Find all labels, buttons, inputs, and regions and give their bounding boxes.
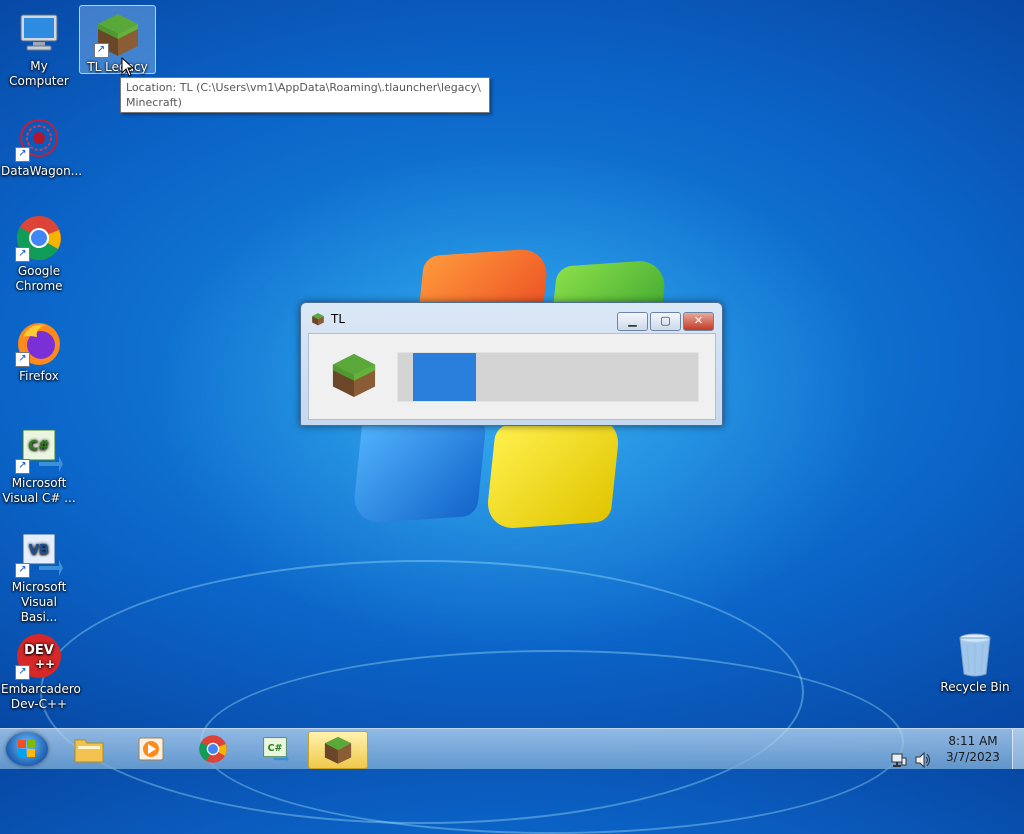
desktop-icon-label: Recycle Bin — [940, 680, 1010, 694]
recycle-bin-icon — [951, 630, 999, 678]
tl-launcher-window: TL ▁ ▢ ✕ — [300, 302, 723, 426]
visual-basic-icon: VB ↗ — [15, 530, 63, 578]
desktop-icon-label: My Computer — [9, 59, 69, 88]
shortcut-arrow-icon: ↗ — [15, 247, 30, 262]
logo-pane-yellow — [485, 416, 622, 530]
desktop-icon-google-chrome[interactable]: ↗ Google Chrome — [1, 210, 77, 294]
clock-date: 3/7/2023 — [946, 750, 1000, 764]
shortcut-arrow-icon: ↗ — [15, 459, 30, 474]
windows-logo-icon — [18, 740, 35, 757]
start-button[interactable] — [6, 732, 48, 766]
desktop-icon-visual-csharp[interactable]: C# ↗ Microsoft Visual C# ... — [1, 422, 77, 506]
csharp-glyph: C# — [29, 439, 50, 454]
desktop-icon-visual-basic[interactable]: VB ↗ Microsoft Visual Basi... — [1, 526, 77, 625]
desktop-icon-datawagon[interactable]: ↗ DataWagon... — [1, 110, 83, 179]
show-desktop-button[interactable] — [1012, 729, 1024, 769]
minimize-button[interactable]: ▁ — [617, 312, 648, 331]
volume-icon[interactable] — [914, 740, 932, 780]
vb-glyph: VB — [29, 543, 49, 558]
desktop-icon-label: DataWagon... — [1, 164, 83, 178]
desktop-icon-my-computer[interactable]: My Computer — [1, 5, 77, 89]
desktop-icon-label: Google Chrome — [15, 264, 63, 293]
taskbar-item-visual-csharp[interactable]: C# — [246, 731, 304, 767]
shortcut-arrow-icon: ↗ — [15, 563, 30, 578]
minecraft-grass-block-icon — [312, 313, 324, 326]
computer-icon — [15, 9, 63, 57]
window-title: TL — [331, 312, 346, 326]
system-clock[interactable]: 8:11 AM 3/7/2023 — [938, 733, 1008, 765]
network-icon[interactable] — [890, 740, 908, 780]
chrome-icon — [199, 735, 227, 763]
window-titlebar[interactable]: TL ▁ ▢ ✕ — [301, 303, 722, 331]
media-player-icon — [138, 737, 164, 761]
desktop-icon-recycle-bin[interactable]: Recycle Bin — [937, 626, 1013, 695]
maximize-button[interactable]: ▢ — [650, 312, 681, 331]
shortcut-arrow-icon: ↗ — [93, 43, 109, 58]
window-client-area — [308, 333, 716, 420]
desktop-icon-label: TL Legacy — [87, 60, 148, 74]
shortcut-arrow-icon: ↗ — [15, 352, 30, 367]
datawagon-icon: ↗ — [15, 114, 63, 162]
taskbar-item-media-player[interactable] — [122, 731, 180, 767]
location-tooltip: Location: TL (C:\Users\vm1\AppData\Roami… — [120, 77, 490, 113]
taskbar-item-explorer[interactable] — [60, 731, 118, 767]
visual-csharp-icon: C# — [263, 737, 289, 763]
desktop-icon-label: Embarcadero Dev-C++ — [1, 682, 81, 711]
loading-progress-bar — [397, 352, 699, 402]
desktop-icon-label: Microsoft Visual Basi... — [11, 580, 67, 624]
desktop-icon-devcpp[interactable]: DEV ++ ↗ Embarcadero Dev-C++ — [1, 628, 81, 712]
taskbar-item-tl-launcher[interactable] — [308, 731, 368, 769]
shortcut-arrow-icon: ↗ — [15, 147, 30, 162]
taskbar: C# 8:11 AM 3/7/2023 — [0, 728, 1024, 769]
chrome-icon: ↗ — [15, 214, 63, 262]
devcpp-icon: DEV ++ ↗ — [15, 632, 63, 680]
devcpp-plus-glyph: ++ — [35, 657, 55, 671]
desktop-icon-firefox[interactable]: ↗ Firefox — [1, 315, 77, 384]
desktop-icon-label: Firefox — [19, 369, 59, 383]
mouse-cursor-icon — [121, 57, 135, 77]
close-button[interactable]: ✕ — [683, 312, 714, 331]
minecraft-grass-block-icon — [324, 736, 352, 764]
clock-time: 8:11 AM — [948, 734, 998, 748]
desktop-icon-tl-legacy[interactable]: ↗ TL Legacy — [79, 5, 156, 74]
devcpp-dev-glyph: DEV — [24, 643, 54, 658]
desktop-icon-label: Microsoft Visual C# ... — [2, 476, 76, 505]
progress-fill — [413, 353, 476, 401]
windows-explorer-icon — [74, 739, 104, 763]
firefox-icon: ↗ — [15, 319, 63, 367]
minecraft-grass-block-icon: ↗ — [93, 10, 142, 58]
visual-csharp-icon: C# ↗ — [15, 426, 63, 474]
minecraft-grass-block-icon — [332, 353, 376, 398]
csharp-glyph: C# — [268, 743, 283, 754]
shortcut-arrow-icon: ↗ — [15, 665, 30, 680]
taskbar-item-chrome[interactable] — [184, 731, 242, 767]
